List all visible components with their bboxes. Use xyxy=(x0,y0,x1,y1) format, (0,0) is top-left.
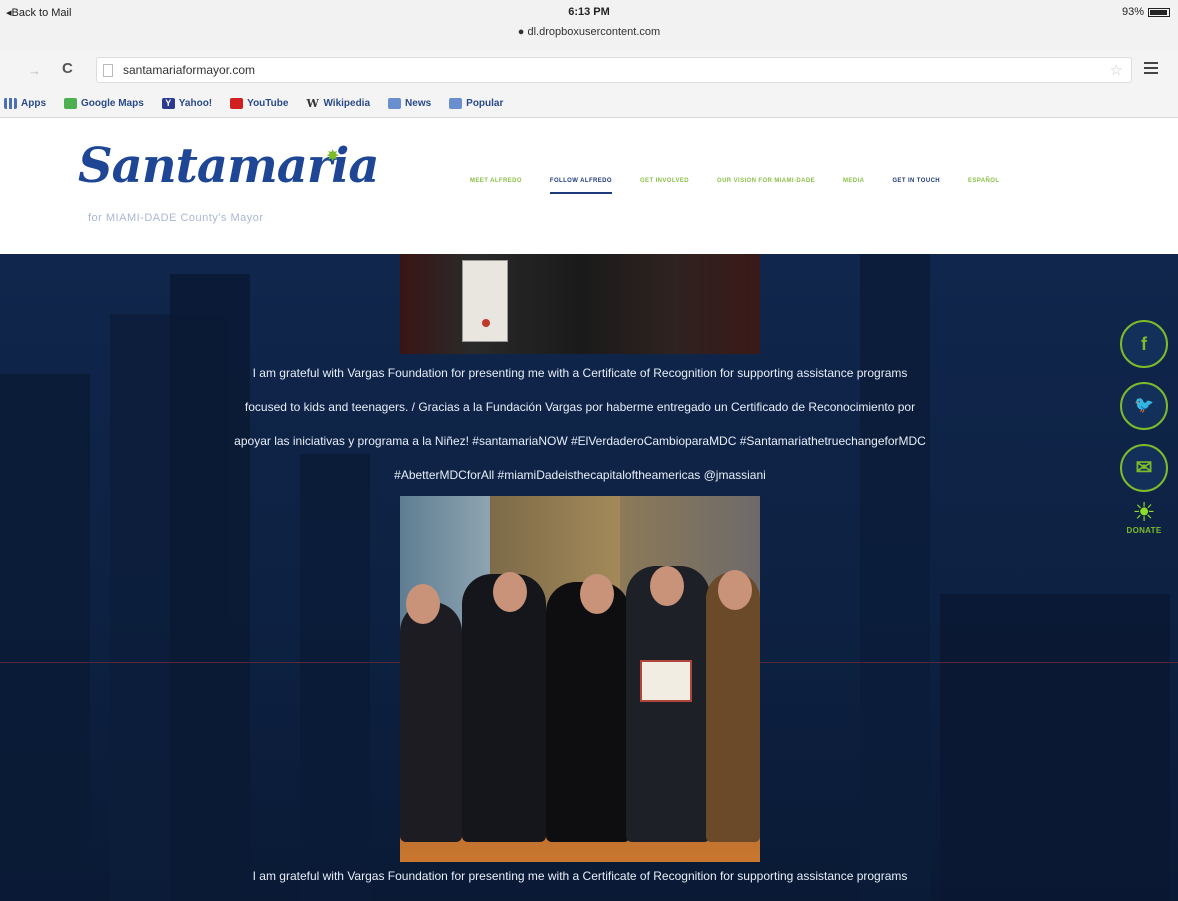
main-nav: MEET ALFREDO FOLLOW ALFREDO GET INVOLVED… xyxy=(470,178,999,194)
nav-get-in-touch[interactable]: GET IN TOUCH xyxy=(892,178,940,194)
wikipedia-icon: W xyxy=(306,97,319,110)
battery-icon xyxy=(1148,7,1170,17)
certificate-image xyxy=(640,660,692,702)
sun-icon: ☀ xyxy=(1132,497,1156,527)
post-photo-group[interactable] xyxy=(400,496,760,862)
facebook-icon[interactable]: f xyxy=(1120,320,1168,368)
site-header: Santamaria ✸ for MIAMI-DADE County's May… xyxy=(0,118,1178,254)
bookmark-popular[interactable]: Popular xyxy=(449,98,503,109)
caption-line: apoyar las iniciativas y programa a la N… xyxy=(234,434,926,448)
maps-icon xyxy=(64,98,77,109)
bookmark-google-maps[interactable]: Google Maps xyxy=(64,98,144,109)
menu-icon[interactable] xyxy=(1144,62,1158,77)
battery-percent: 93% xyxy=(1121,6,1144,18)
bookmarks-bar: Apps Google Maps Y Yahoo! YouTube W Wikipe… xyxy=(0,90,1178,118)
status-bar: ◂Back to Mail 6:13 PM ● dl.dropboxuserco… xyxy=(0,0,1178,50)
url-text: santamariaformayor.com xyxy=(123,63,256,77)
person-figure xyxy=(400,602,462,842)
certificate-image xyxy=(462,260,508,342)
caption-line: I am grateful with Vargas Foundation for… xyxy=(252,869,908,883)
post-caption: I am grateful with Vargas Foundation for… xyxy=(60,866,1100,886)
bookmark-youtube[interactable]: YouTube xyxy=(230,98,288,109)
address-bar-row: → C santamariaformayor.com ☆ xyxy=(0,50,1178,90)
host-indicator: ● dl.dropboxusercontent.com xyxy=(517,26,661,38)
person-figure xyxy=(546,582,630,842)
person-figure xyxy=(626,566,710,842)
page-icon xyxy=(103,64,113,77)
post-photo-certificate[interactable] xyxy=(400,254,760,354)
battery-indicator: 93% xyxy=(1122,6,1170,18)
caption-line: focused to kids and teenagers. / Gracias… xyxy=(244,400,916,414)
nav-media[interactable]: MEDIA xyxy=(843,178,864,194)
yahoo-icon: Y xyxy=(161,98,175,109)
background-building xyxy=(300,454,370,901)
donate-button[interactable]: ☀ DONATE xyxy=(1116,498,1172,535)
twitter-icon[interactable]: 🐦 xyxy=(1120,382,1168,430)
bookmark-news[interactable]: News xyxy=(388,98,431,109)
nav-follow-alfredo[interactable]: FOLLOW ALFREDO xyxy=(549,178,612,194)
bookmark-star-icon[interactable]: ☆ xyxy=(1110,61,1123,79)
star-icon: ✸ xyxy=(326,148,340,165)
post-caption: I am grateful with Vargas Foundation for… xyxy=(60,356,1100,492)
feed-content: I am grateful with Vargas Foundation for… xyxy=(0,254,1178,901)
nav-our-vision[interactable]: OUR VISION FOR MIAMI-DADE xyxy=(717,178,815,194)
apps-grid-icon xyxy=(4,98,17,109)
folder-icon xyxy=(449,98,463,109)
clock: 6:13 PM xyxy=(568,6,610,18)
background-building xyxy=(860,254,930,901)
person-figure xyxy=(462,574,546,842)
bookmark-yahoo[interactable]: Y Yahoo! xyxy=(161,98,212,109)
caption-line: I am grateful with Vargas Foundation for… xyxy=(252,366,908,380)
site-tagline: for MIAMI-DADE County's Mayor xyxy=(88,212,264,224)
donate-label: DONATE xyxy=(1126,526,1162,535)
forward-icon[interactable]: → xyxy=(28,63,41,78)
nav-meet-alfredo[interactable]: MEET ALFREDO xyxy=(470,178,522,194)
nav-espanol[interactable]: ESPAÑOL xyxy=(968,178,999,194)
folder-icon xyxy=(388,98,402,109)
url-field[interactable]: santamariaformayor.com ☆ xyxy=(96,57,1132,83)
bookmark-apps[interactable]: Apps xyxy=(4,98,46,109)
reload-icon[interactable]: C xyxy=(62,60,73,77)
mail-icon[interactable]: ✉ xyxy=(1120,444,1168,492)
background-building xyxy=(940,594,1170,901)
caption-line: #AbetterMDCforAll #miamiDadeisthecapital… xyxy=(394,468,766,482)
youtube-icon xyxy=(230,98,244,109)
nav-get-involved[interactable]: GET INVOLVED xyxy=(640,178,689,194)
person-figure xyxy=(706,572,760,842)
bookmark-wikipedia[interactable]: W Wikipedia xyxy=(306,98,370,109)
